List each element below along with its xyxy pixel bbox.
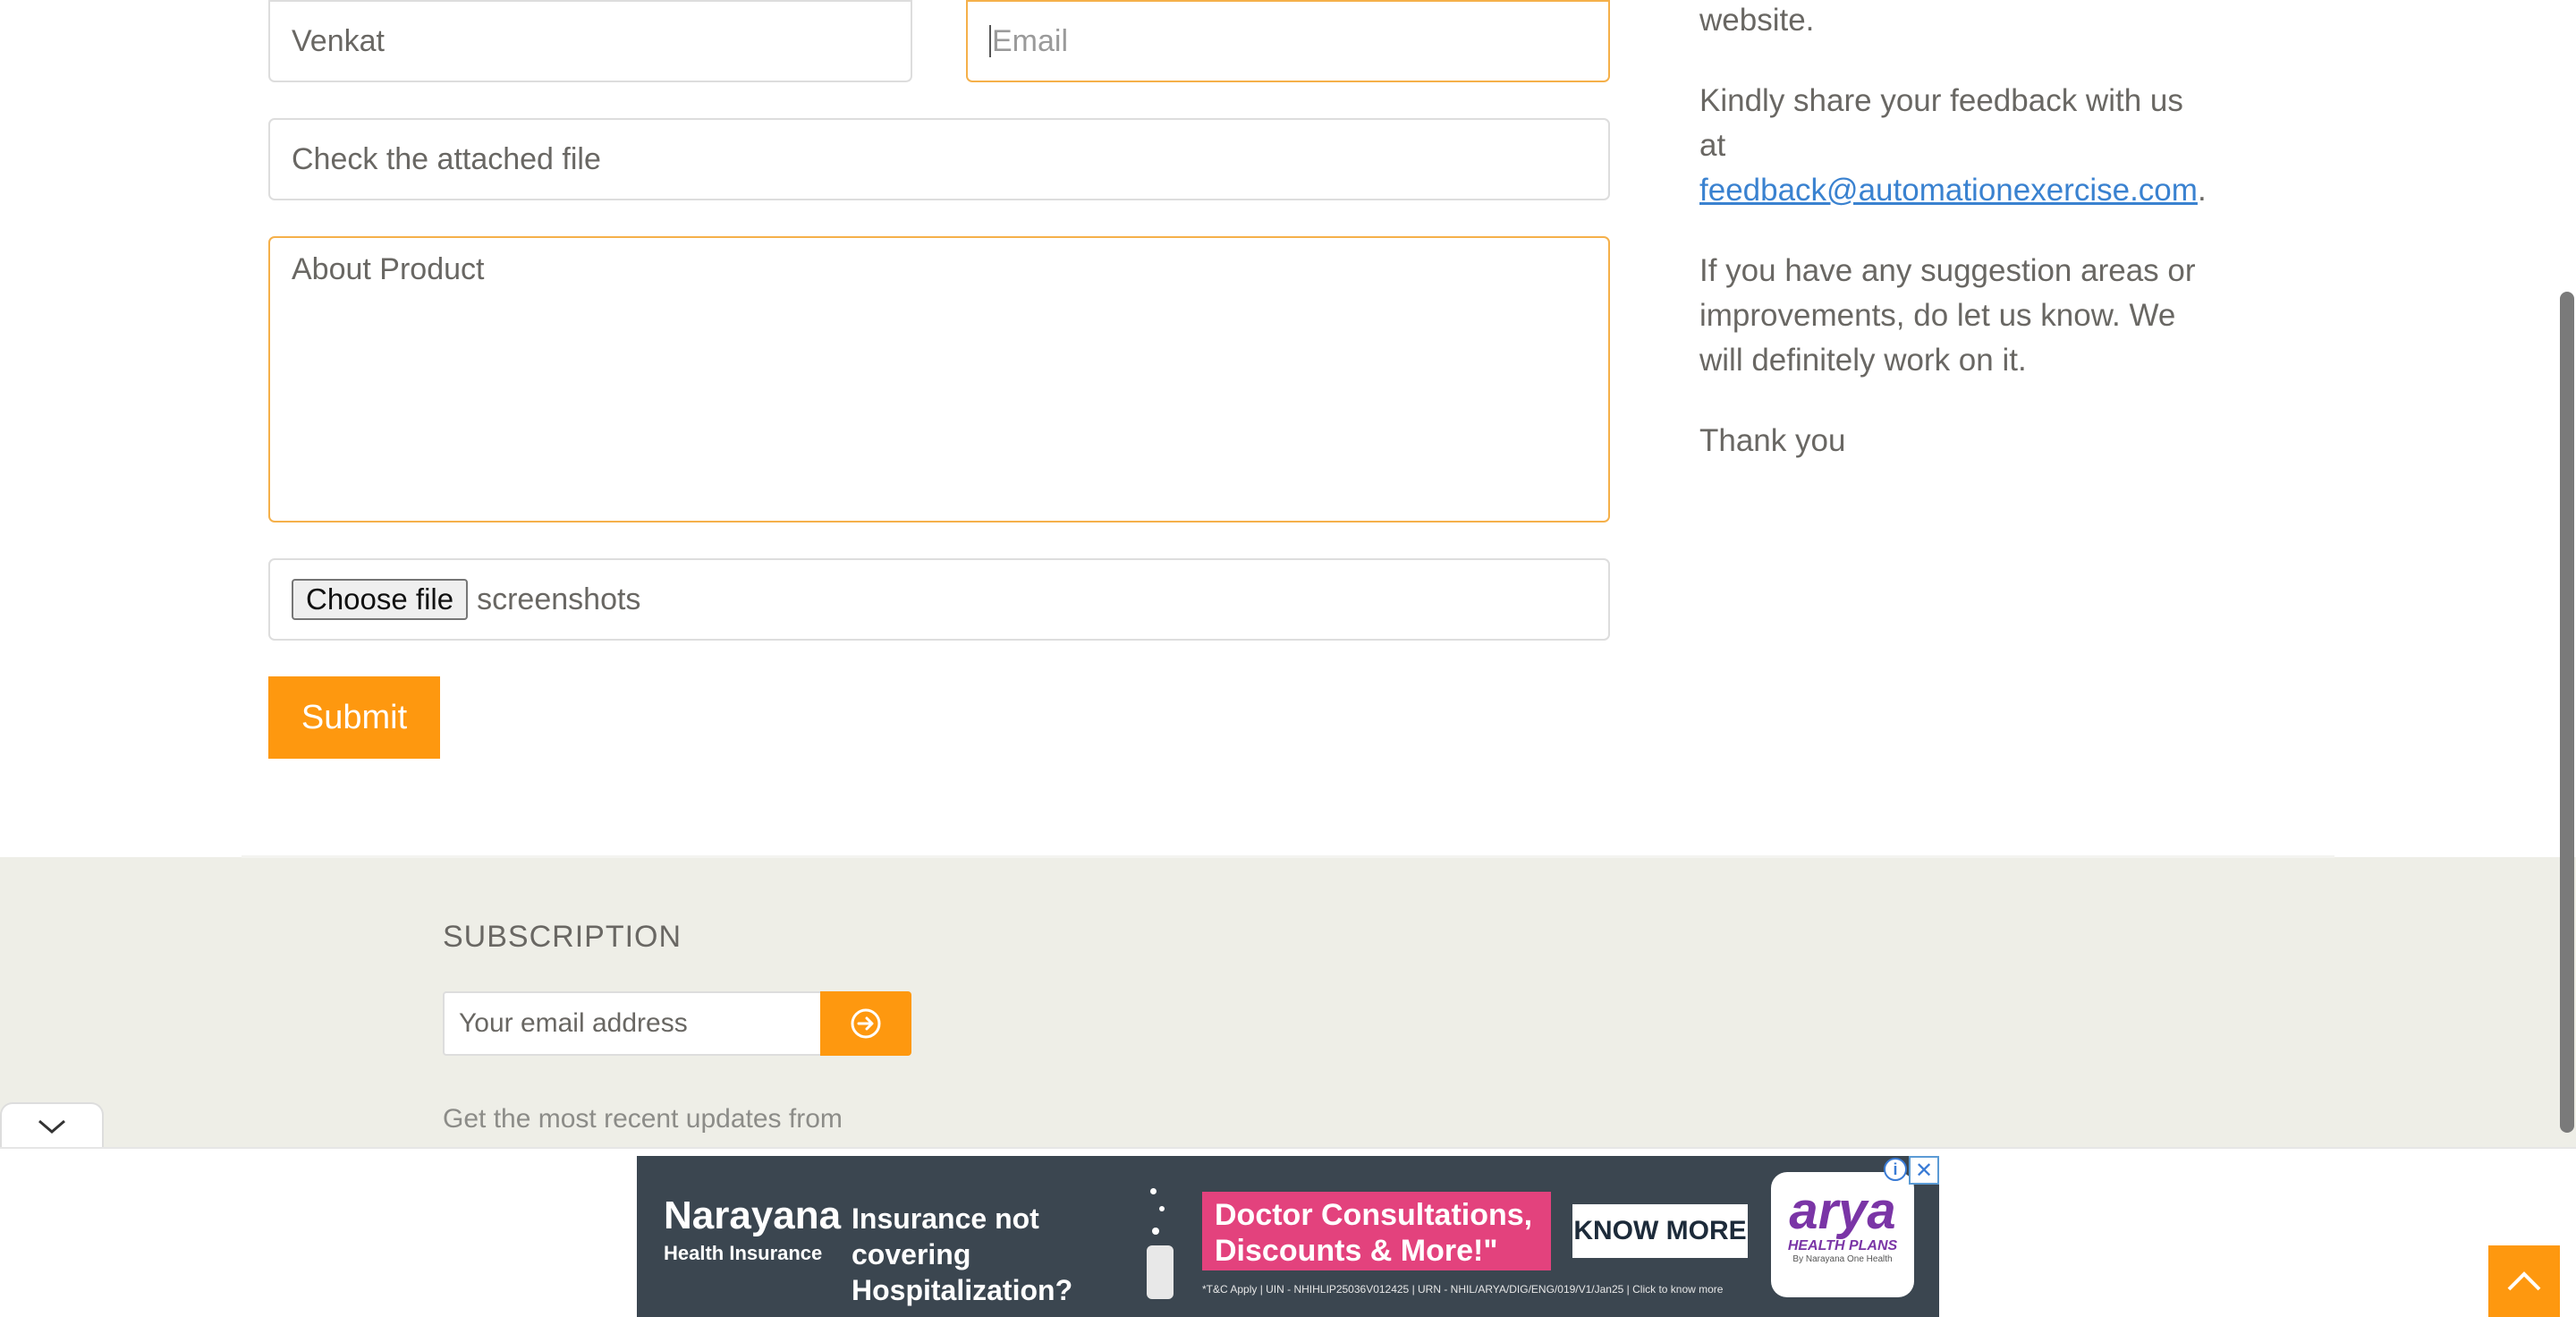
collapse-ad-tab[interactable] bbox=[0, 1102, 104, 1149]
text-caret bbox=[989, 25, 991, 57]
subscription-description: Get the most recent updates from bbox=[443, 1104, 843, 1134]
ad-offer: Doctor Consultations, Discounts & More!" bbox=[1202, 1192, 1551, 1270]
chevron-down-icon bbox=[38, 1119, 65, 1134]
footer-divider bbox=[242, 855, 2334, 858]
ad-arya-name: arya bbox=[1789, 1182, 1896, 1240]
subscribe-email-input[interactable]: Your email address bbox=[443, 991, 822, 1056]
ad-headline: Insurance not covering Hospitalization? bbox=[852, 1202, 1073, 1306]
email-field-placeholder: Email bbox=[992, 23, 1069, 58]
feedback-suffix: . bbox=[2197, 173, 2207, 208]
ad-arya-tag: HEALTH PLANS bbox=[1787, 1238, 1898, 1253]
thank-you-text: Thank you bbox=[1699, 423, 1846, 458]
ad-brand-logo: Narayana Health Insurance bbox=[664, 1194, 841, 1265]
choose-file-button[interactable]: Choose file bbox=[292, 579, 469, 620]
message-textarea[interactable]: About Product bbox=[268, 236, 1610, 523]
subscription-title: SUBSCRIPTION bbox=[443, 920, 682, 954]
page-scrollbar-thumb[interactable] bbox=[2560, 292, 2574, 1133]
ad-bottle-graphic bbox=[1134, 1183, 1188, 1308]
info-line-top: website. bbox=[1699, 3, 1815, 38]
feedback-prefix: Kindly share your feedback with us at bbox=[1699, 83, 2183, 163]
ad-brand-name: Narayana bbox=[664, 1194, 842, 1237]
subscribe-email-placeholder: Your email address bbox=[459, 1008, 688, 1038]
subject-field[interactable]: Check the attached file bbox=[268, 118, 1610, 200]
ad-know-more-button[interactable]: KNOW MORE bbox=[1572, 1204, 1748, 1258]
ad-arya-logo: arya HEALTH PLANS By Narayana One Health bbox=[1771, 1172, 1914, 1297]
message-textarea-value: About Product bbox=[292, 252, 485, 286]
chevron-up-icon bbox=[2507, 1271, 2541, 1291]
email-field[interactable]: Email bbox=[966, 0, 1610, 82]
name-field-value: Venkat bbox=[292, 23, 385, 58]
ad-close-icon[interactable]: ✕ bbox=[1909, 1156, 1939, 1185]
arrow-circle-right-icon bbox=[851, 1008, 881, 1039]
subject-field-value: Check the attached file bbox=[292, 141, 601, 176]
ad-banner[interactable]: Narayana Health Insurance Insurance not … bbox=[637, 1156, 1939, 1317]
suggestion-text: If you have any suggestion areas or impr… bbox=[1699, 253, 2196, 378]
feedback-email-link[interactable]: feedback@automationexercise.com bbox=[1699, 173, 2198, 208]
subscribe-button[interactable] bbox=[820, 991, 911, 1056]
ad-fine-print: *T&C Apply | UIN - NHIHLIP25036V012425 |… bbox=[1202, 1283, 1724, 1296]
ad-arya-byline: By Narayana One Health bbox=[1792, 1254, 1893, 1264]
scroll-to-top-button[interactable] bbox=[2488, 1245, 2560, 1317]
file-upload-field[interactable]: Choose file screenshots bbox=[268, 558, 1610, 641]
ad-brand-sub: Health Insurance bbox=[664, 1242, 823, 1264]
submit-button-label: Submit bbox=[301, 698, 408, 736]
submit-button[interactable]: Submit bbox=[268, 676, 440, 759]
ad-info-icon[interactable]: i bbox=[1884, 1158, 1907, 1181]
selected-file-name: screenshots bbox=[477, 582, 641, 616]
feedback-text: Kindly share your feedback with us at fe… bbox=[1699, 79, 2207, 213]
feedback-info: website. Kindly share your feedback with… bbox=[1699, 0, 2207, 463]
name-field[interactable]: Venkat bbox=[268, 0, 912, 82]
ad-know-more-label: KNOW MORE bbox=[1573, 1216, 1747, 1245]
